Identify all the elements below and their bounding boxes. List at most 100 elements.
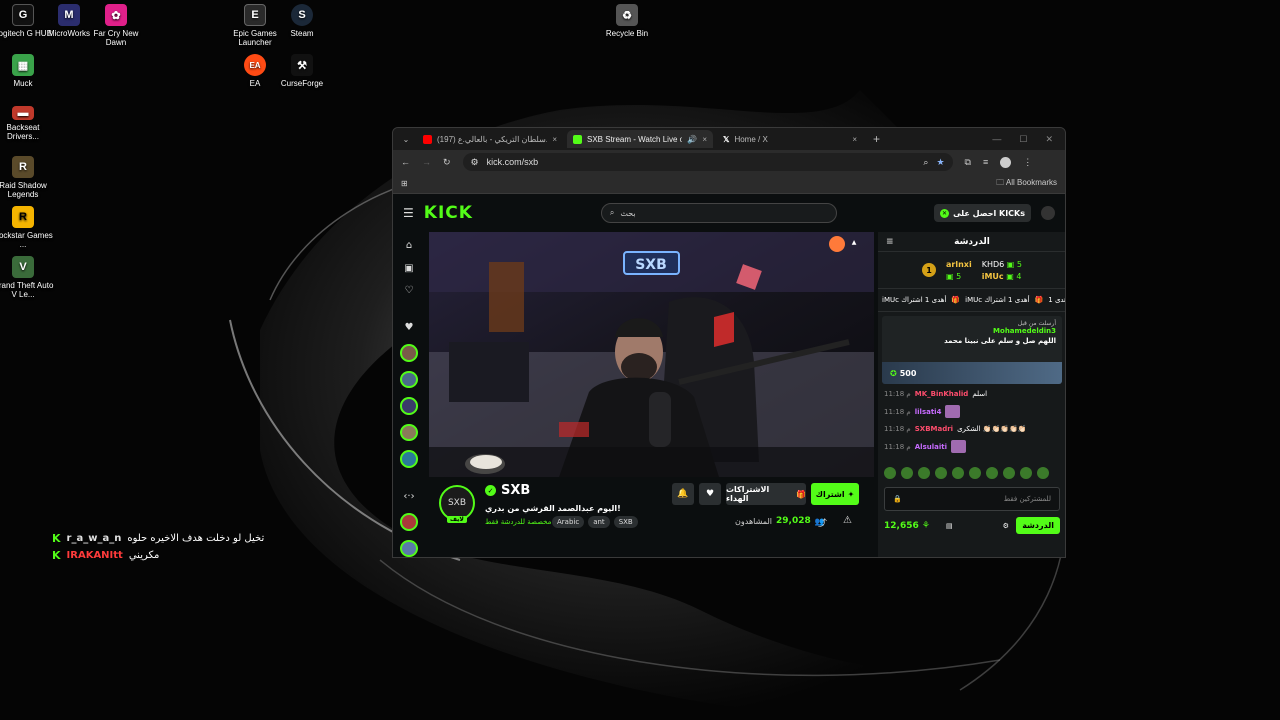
- site-info-icon[interactable]: ⚙: [471, 157, 479, 168]
- epic-games-icon: E: [244, 4, 266, 26]
- followed-channel-avatar[interactable]: [400, 370, 418, 388]
- emote-icon[interactable]: [901, 467, 913, 479]
- recycle-bin-icon: ♻: [616, 4, 638, 26]
- browser-window: ⌄ (197) سلطان التريكي - بالعالي.ع... × S…: [392, 127, 1066, 558]
- back-icon[interactable]: ←: [401, 157, 410, 167]
- collapse-chat-icon[interactable]: ≡: [886, 237, 894, 247]
- kick-icon: K: [52, 549, 61, 562]
- new-tab-button[interactable]: +: [873, 132, 880, 146]
- get-kicks-button[interactable]: ✕ احصل على KICKs: [934, 204, 1031, 222]
- pinned-message[interactable]: أرسلت من قبل Mohamedeldin3 اللهم صل و سل…: [882, 316, 1062, 384]
- followed-channel-avatar[interactable]: [400, 423, 418, 441]
- tag-chip[interactable]: Arabic: [552, 516, 585, 528]
- zoom-icon[interactable]: ⌕: [923, 157, 928, 168]
- svg-text:SXB: SXB: [635, 257, 667, 273]
- recommended-channel-avatar[interactable]: [400, 513, 418, 531]
- kicks-amount-bar: ✪ 500: [882, 362, 1062, 384]
- curseforge-icon: ⚒: [291, 54, 313, 76]
- extensions-icon[interactable]: ⧉: [965, 157, 971, 168]
- emote-icon[interactable]: [952, 467, 964, 479]
- recommended-channel-avatar[interactable]: [400, 539, 418, 557]
- media-icon[interactable]: ≡: [983, 157, 988, 167]
- tab-search-icon[interactable]: ⌄: [399, 135, 413, 144]
- tag-chip[interactable]: SXB: [613, 516, 638, 528]
- following-icon[interactable]: ♡: [405, 285, 414, 299]
- profile-icon[interactable]: [1000, 156, 1012, 168]
- menu-hamburger-icon[interactable]: ☰: [403, 206, 414, 220]
- overlay-chat-row: K r_a_w_a_n تخيل لو دخلت هدف الاخيره حلو…: [52, 530, 264, 547]
- x-logo-icon: 𝕏: [723, 134, 730, 144]
- settings-gear-icon[interactable]: ⚙: [1003, 522, 1009, 530]
- gift-subs-button[interactable]: الاشتراكات الهداء 🎁: [726, 483, 806, 505]
- kick-logo[interactable]: KICK: [424, 203, 473, 223]
- reload-icon[interactable]: ↻: [443, 157, 451, 168]
- emote-icon[interactable]: [1020, 467, 1032, 479]
- all-bookmarks-button[interactable]: 🗀 All Bookmarks: [996, 177, 1057, 191]
- forward-icon[interactable]: →: [422, 157, 431, 167]
- expand-icon[interactable]: ‹·›: [403, 491, 414, 505]
- emote-icon[interactable]: [935, 467, 947, 479]
- tab-bar: ⌄ (197) سلطان التريكي - بالعالي.ع... × S…: [393, 128, 1065, 150]
- first-place-medal-icon: 1: [922, 263, 937, 277]
- desktop-icon-raid-shadow-legends[interactable]: R Raid Shadow Legends: [0, 156, 55, 199]
- emote-icon[interactable]: [1037, 467, 1049, 479]
- chat-input[interactable]: 🔒 للمشتركين فقط: [884, 487, 1060, 511]
- channel-points[interactable]: 12,656 ⚘: [884, 521, 930, 531]
- tab-x[interactable]: 𝕏 Home / X ×: [717, 130, 863, 148]
- tab-kick[interactable]: SXB Stream - Watch Live on... 🔊 ×: [567, 130, 713, 148]
- microworks-icon: M: [58, 4, 80, 26]
- emote-bar: [878, 463, 1065, 483]
- close-window-icon[interactable]: ✕: [1045, 134, 1053, 145]
- user-avatar[interactable]: [1041, 206, 1055, 220]
- channel-name[interactable]: ✓ SXB: [485, 483, 530, 498]
- followed-channel-avatar[interactable]: [400, 397, 418, 415]
- chat-header: ≡ الدردشة: [878, 232, 1065, 252]
- desktop-icon-steam[interactable]: S Steam: [270, 4, 334, 38]
- desktop-icon-recycle-bin[interactable]: ♻ Recycle Bin: [595, 4, 659, 38]
- emote-icon[interactable]: [969, 467, 981, 479]
- desktop-icon-gta-v[interactable]: V Grand Theft Auto V Le...: [0, 256, 55, 299]
- emote-icon[interactable]: [986, 467, 998, 479]
- notification-bell-button[interactable]: 🔔: [672, 483, 694, 505]
- search-input[interactable]: ⌕ بحث: [600, 203, 837, 223]
- window-controls: — ☐ ✕: [992, 134, 1065, 145]
- folder-icon: 🗀: [996, 177, 1005, 187]
- url-text[interactable]: kick.com/sxb: [487, 157, 916, 167]
- speaker-icon[interactable]: 🔊: [687, 135, 697, 144]
- followed-channel-avatar[interactable]: [400, 344, 418, 362]
- stream-category[interactable]: مخصصة للدردشة فقط: [485, 518, 551, 526]
- leaderboard-col: KHD6 ▣ 5 iMUc ▣ 4: [981, 259, 1022, 281]
- report-icon[interactable]: ⚠: [843, 515, 852, 526]
- emote-icon[interactable]: [918, 467, 930, 479]
- store-icon[interactable]: ▤: [946, 522, 953, 530]
- desktop-icon-muck[interactable]: ▦ Muck: [0, 54, 55, 88]
- share-icon[interactable]: ⤴: [818, 516, 827, 529]
- menu-icon[interactable]: ⋮: [1023, 157, 1032, 168]
- omnibox[interactable]: ⚙ kick.com/sxb ⌕ ★: [462, 153, 953, 171]
- follow-heart-button[interactable]: ♥: [699, 483, 721, 505]
- close-tab-icon[interactable]: ×: [702, 135, 707, 144]
- close-tab-icon[interactable]: ×: [852, 135, 857, 144]
- desktop-icon-curseforge[interactable]: ⚒ CurseForge: [270, 54, 334, 88]
- followed-channel-avatar[interactable]: [400, 450, 418, 468]
- maximize-icon[interactable]: ☐: [1019, 134, 1027, 145]
- lock-icon: 🔒: [893, 495, 902, 503]
- minimize-icon[interactable]: —: [992, 134, 1001, 145]
- pinned-text: اللهم صل و سلم على نبينا محمد: [944, 337, 1056, 345]
- emote-icon[interactable]: [1003, 467, 1015, 479]
- apps-icon[interactable]: ⊞: [401, 179, 408, 188]
- tab-youtube[interactable]: (197) سلطان التريكي - بالعالي.ع... ×: [417, 130, 563, 148]
- browse-icon[interactable]: ▣: [404, 263, 413, 277]
- emote-icon[interactable]: [884, 467, 896, 479]
- bookmark-star-icon[interactable]: ★: [936, 157, 944, 168]
- video-player[interactable]: SXB ▲: [429, 232, 874, 477]
- close-tab-icon[interactable]: ×: [552, 135, 557, 144]
- desktop-icon-far-cry[interactable]: ✿ Far Cry New Dawn: [84, 4, 148, 47]
- chat-send-button[interactable]: الدردشة: [1016, 517, 1060, 534]
- home-icon[interactable]: ⌂: [406, 240, 412, 254]
- tag-chip[interactable]: ant: [588, 516, 610, 528]
- desktop-icon-backseat-drivers[interactable]: ▬ Backseat Drivers...: [0, 106, 55, 141]
- favorites-heart-icon[interactable]: ♥: [405, 322, 414, 336]
- desktop-icon-rockstar[interactable]: R Rockstar Games ...: [0, 206, 55, 249]
- subscribe-button[interactable]: اشتراك ✦: [811, 483, 859, 505]
